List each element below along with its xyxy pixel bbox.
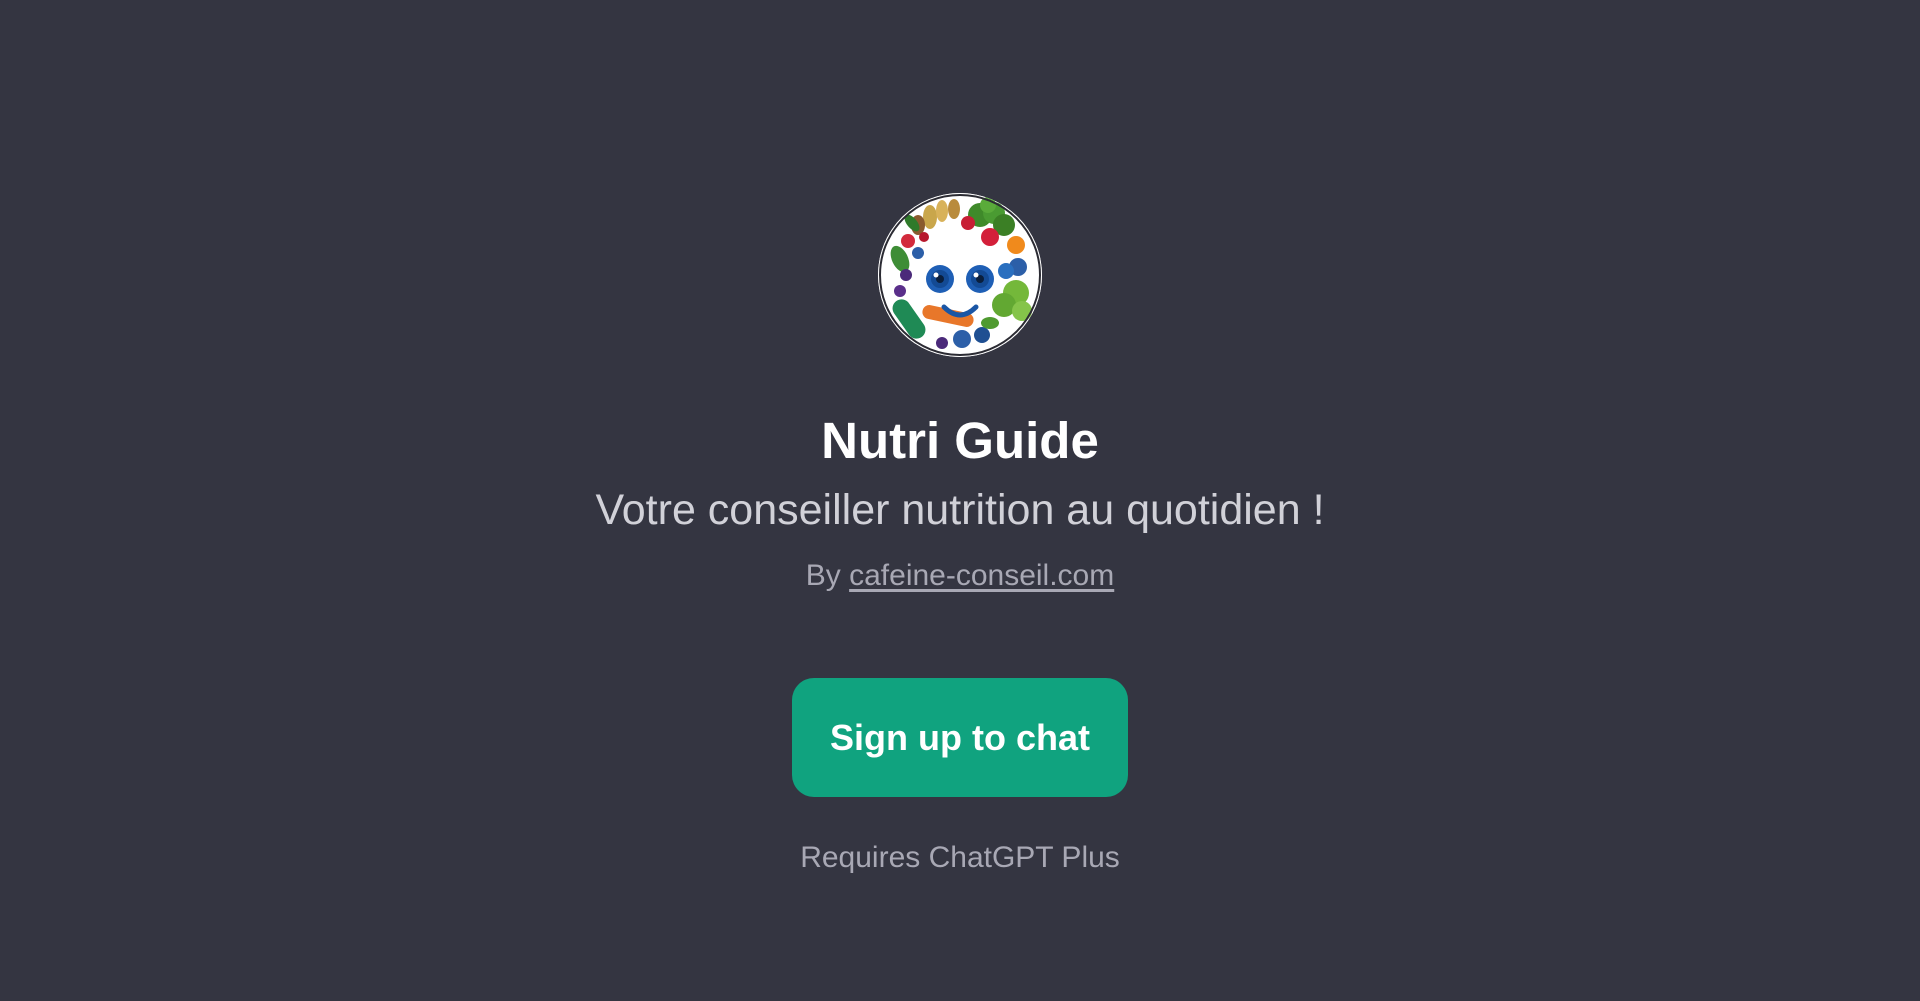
gpt-landing-page: Nutri Guide Votre conseiller nutrition a… [0,0,1920,1001]
author-link[interactable]: cafeine-conseil.com [849,559,1114,592]
gpt-title: Nutri Guide [821,412,1099,469]
gpt-description: Votre conseiller nutrition au quotidien … [595,486,1325,534]
requirement-note: Requires ChatGPT Plus [800,841,1120,874]
author-byline: By cafeine-conseil.com [0,556,1920,596]
sign-up-to-chat-button[interactable]: Sign up to chat [792,678,1128,797]
gpt-avatar [878,193,1042,357]
by-prefix: By [805,559,841,592]
vegetable-smiley-face-icon [878,193,1042,357]
